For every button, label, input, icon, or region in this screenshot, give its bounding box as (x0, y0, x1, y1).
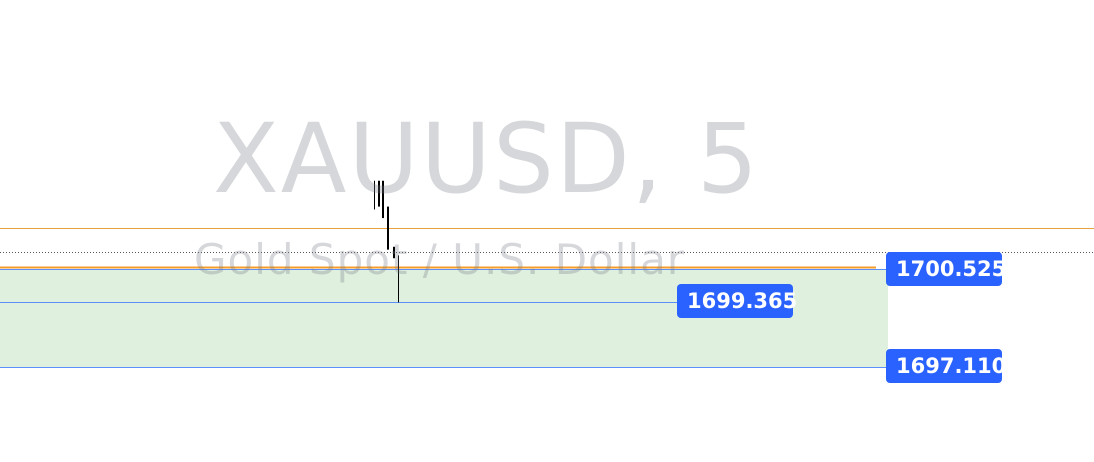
candle (374, 180, 375, 210)
price-tag-zone-top[interactable]: 1700.525 (886, 252, 1006, 286)
price-tag-entry[interactable]: 1699.365 (677, 284, 797, 318)
candle (378, 180, 380, 207)
candle (398, 255, 399, 303)
chart-canvas[interactable] (0, 0, 1094, 462)
chart-area[interactable]: XAUUSD, 5 Gold Spot / U.S. Dollar 1700.5… (0, 0, 1094, 462)
price-tag-zone-bottom[interactable]: 1697.110 (886, 349, 1006, 383)
candle (387, 206, 389, 250)
candle (382, 180, 384, 219)
candle (393, 246, 395, 259)
